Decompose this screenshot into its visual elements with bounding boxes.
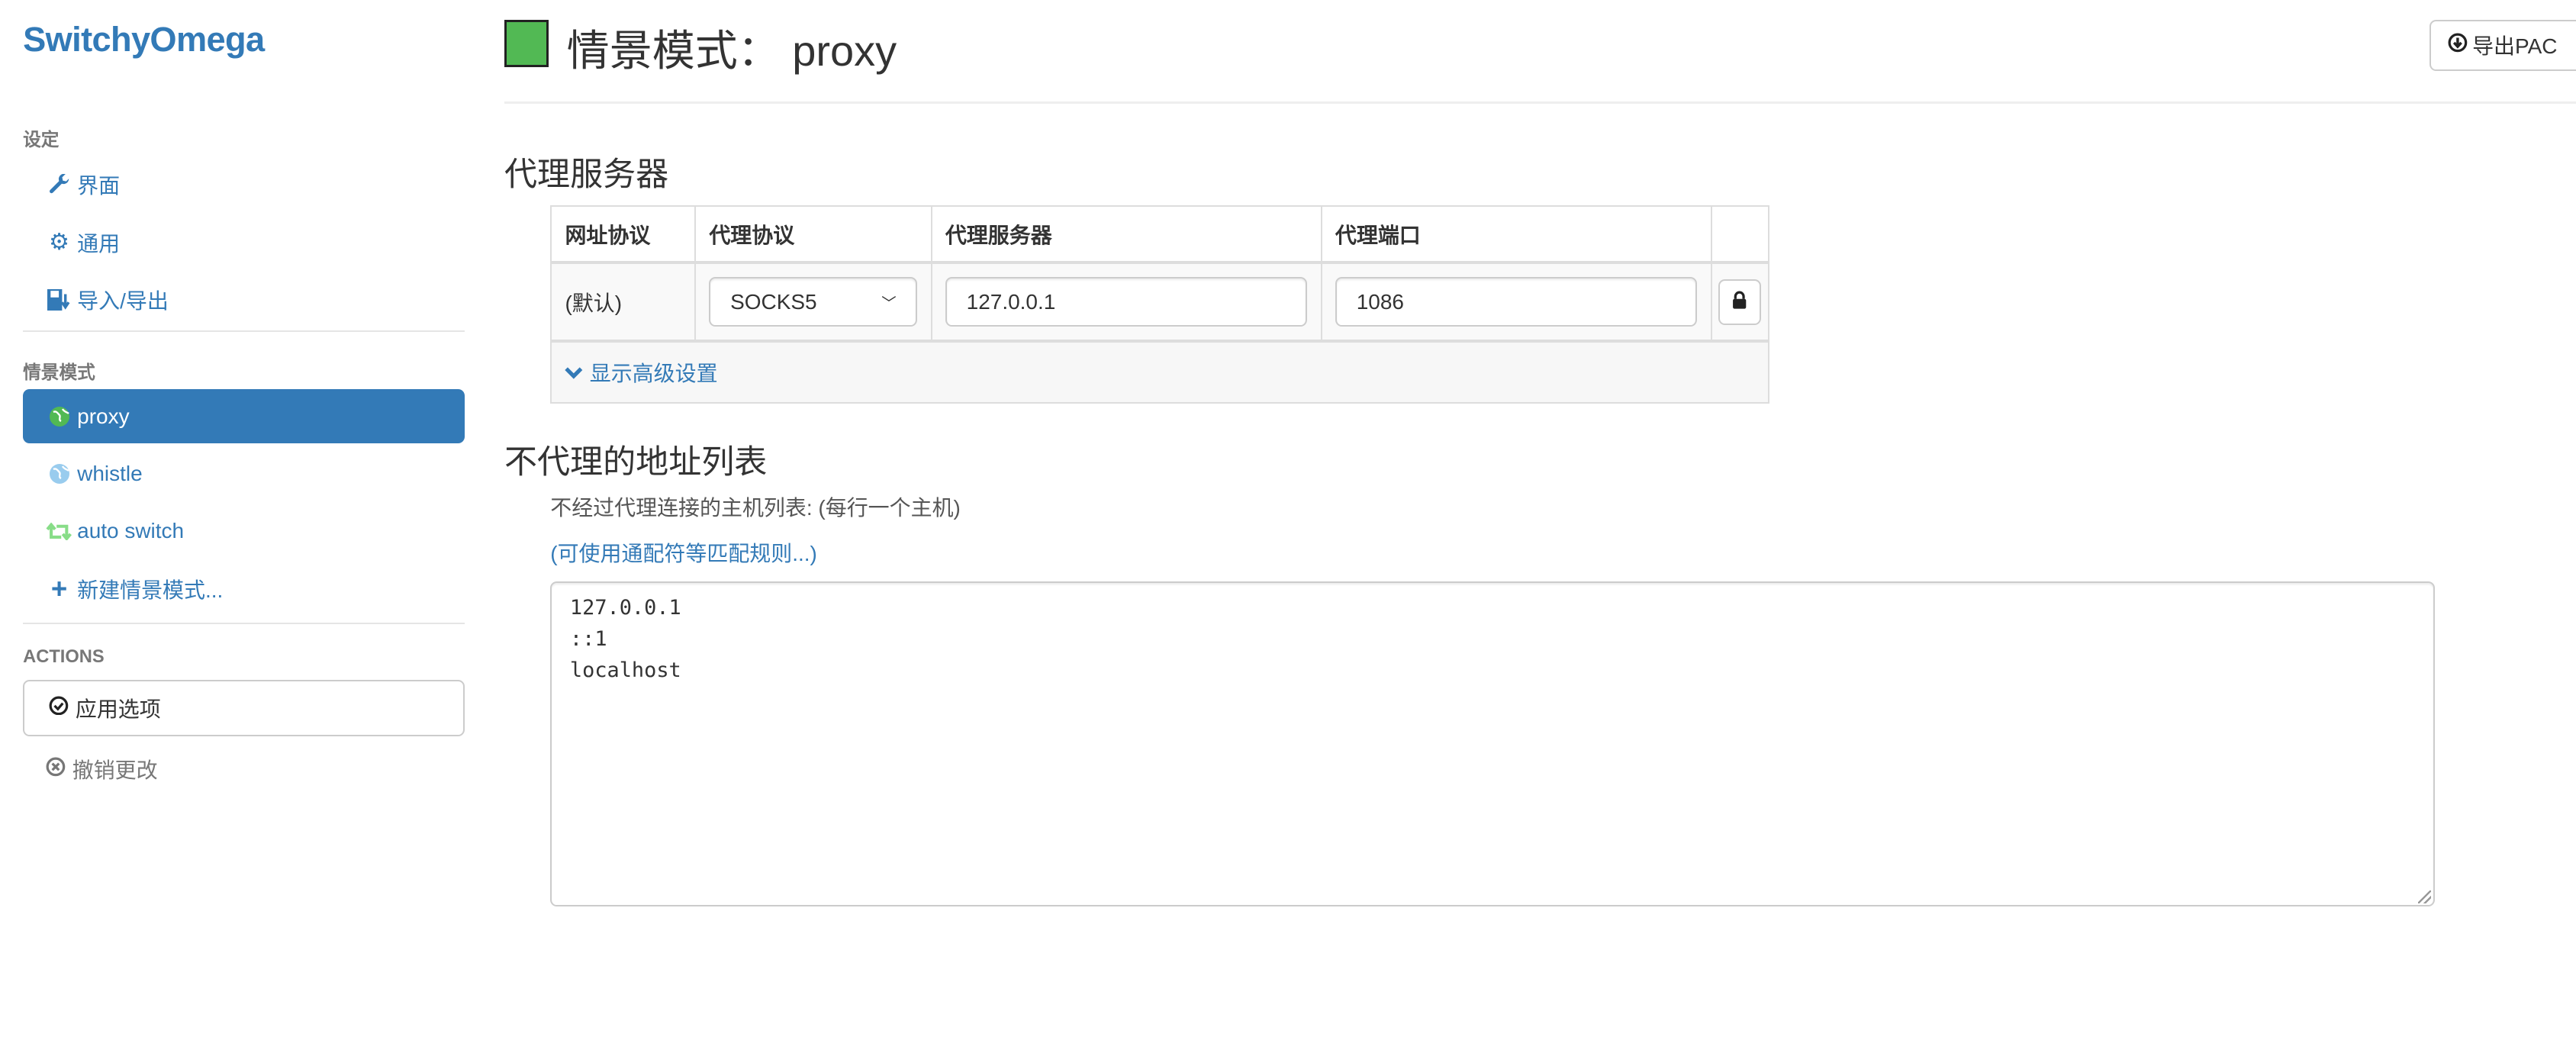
proxy-port-input[interactable]: 1086 (1335, 277, 1698, 327)
bypass-help-text: 不经过代理连接的主机列表: (每行一个主机) (550, 495, 961, 520)
sidebar-item-general[interactable]: ⚙ 通用 (23, 215, 465, 269)
globe-icon (46, 406, 72, 427)
revert-changes-label: 撤销更改 (72, 758, 158, 783)
header-divider (504, 101, 2576, 104)
column-header: 代理协议 (694, 205, 932, 264)
title-prefix: 情景模式： (566, 26, 781, 75)
bypass-section-title: 不代理的地址列表 (504, 443, 768, 481)
column-header-empty (1710, 205, 1769, 264)
sidebar-item-import-export[interactable]: 导入/导出 (23, 272, 465, 327)
sidebar-item-label: proxy (77, 404, 130, 428)
sidebar-item-label: whistle (77, 462, 143, 486)
protocol-select[interactable]: SOCKS5 ﹀ (709, 277, 918, 327)
actions-header: ACTIONS (23, 647, 105, 668)
column-header: 网址协议 (550, 205, 697, 264)
profile-color-swatch[interactable] (504, 19, 549, 67)
proxy-port-value: 1086 (1356, 289, 1404, 314)
profile-name: proxy (792, 26, 897, 75)
proxy-server-value: 127.0.0.1 (966, 289, 1056, 314)
profiles-header: 情景模式 (23, 363, 95, 384)
sidebar-divider (23, 622, 465, 625)
times-circle-icon (46, 757, 66, 782)
proxy-server-input[interactable]: 127.0.0.1 (945, 277, 1308, 327)
protocol-value: SOCKS5 (730, 289, 817, 314)
show-advanced-link[interactable]: 显示高级设置 (565, 357, 1754, 388)
check-circle-icon (49, 696, 69, 721)
sidebar-item-proxy[interactable]: proxy (23, 389, 465, 444)
auth-lock-button[interactable] (1718, 279, 1762, 325)
revert-changes-button[interactable]: 撤销更改 (46, 754, 158, 784)
apply-options-button[interactable]: 应用选项 (23, 680, 465, 736)
page-title: 情景模式： proxy (567, 17, 897, 79)
export-pac-button[interactable]: 导出PAC (2429, 19, 2576, 71)
settings-header: 设定 (23, 130, 60, 150)
globe-icon (46, 463, 72, 485)
new-profile-label: 新建情景模式... (77, 578, 224, 602)
export-pac-label: 导出PAC (2472, 34, 2558, 59)
new-profile-button[interactable]: + 新建情景模式... (23, 562, 465, 616)
floppy-import-export-icon (46, 288, 72, 311)
proxy-servers-table: 网址协议 代理协议 代理服务器 代理端口 (默认) SOCKS5 ﹀ 127.0.… (550, 205, 1769, 404)
sidebar-item-label: 通用 (77, 231, 121, 256)
sidebar-item-label: auto switch (77, 519, 185, 543)
plus-icon: + (50, 572, 68, 604)
sidebar-item-label: 界面 (77, 174, 121, 198)
app-logo: SwitchyOmega (23, 19, 265, 59)
chevron-down-icon (565, 360, 583, 385)
table-row: (默认) SOCKS5 ﹀ 127.0.0.1 1086 (550, 261, 1769, 343)
sidebar-item-interface[interactable]: 界面 (23, 158, 465, 212)
scheme-cell: (默认) (550, 261, 697, 343)
sidebar-divider (23, 330, 465, 332)
apply-options-label: 应用选项 (75, 697, 161, 721)
column-header: 代理服务器 (930, 205, 1322, 264)
table-row: 显示高级设置 (550, 340, 1769, 404)
resize-handle-icon[interactable] (2418, 890, 2432, 904)
bypass-list-textarea[interactable]: 127.0.0.1 ::1 localhost (550, 581, 2435, 907)
sidebar-item-label: 导入/导出 (77, 288, 169, 313)
retweet-icon (46, 522, 72, 541)
lock-icon (1732, 290, 1747, 314)
chevron-down-icon: ﹀ (881, 295, 897, 312)
wildcard-rules-link[interactable]: (可使用通配符等匹配规则...) (550, 537, 817, 568)
sidebar-item-whistle[interactable]: whistle (23, 447, 465, 501)
column-header: 代理端口 (1320, 205, 1712, 264)
sidebar-item-auto-switch[interactable]: auto switch (23, 504, 465, 559)
wrench-icon (46, 174, 72, 195)
gear-icon: ⚙ (48, 230, 69, 256)
show-advanced-label: 显示高级设置 (589, 361, 718, 385)
proxy-section-title: 代理服务器 (504, 156, 669, 193)
download-circle-icon (2448, 33, 2468, 58)
